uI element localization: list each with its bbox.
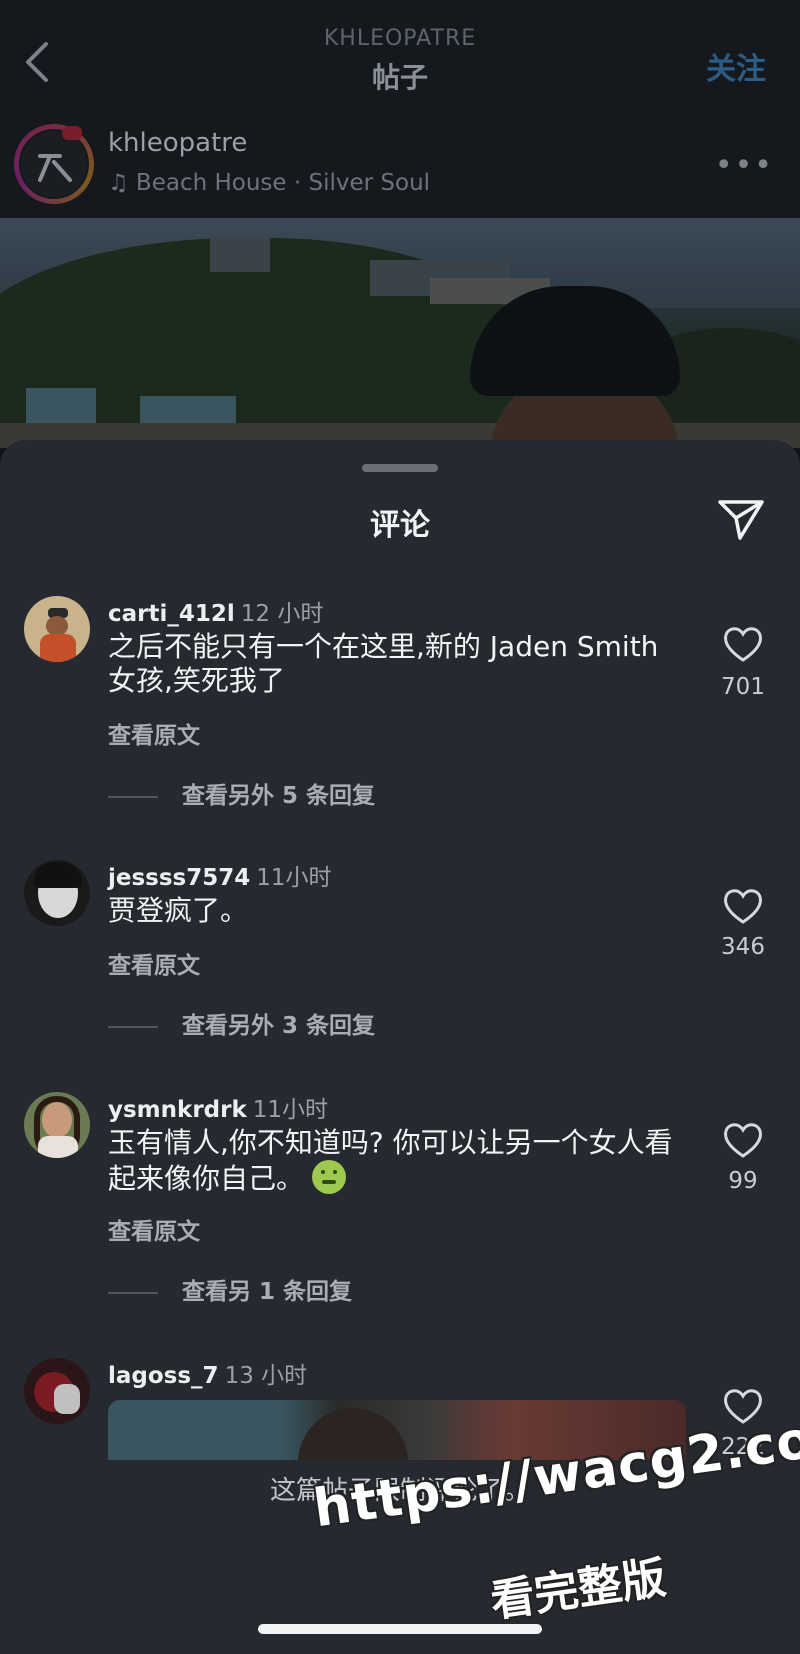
more-options-icon[interactable]: •••	[715, 148, 774, 183]
like-heart-icon[interactable]	[722, 1120, 764, 1160]
comment-username[interactable]: carti_412l	[108, 601, 235, 627]
comment-time: 11小时	[256, 865, 332, 891]
nauseated-face-emoji-icon	[312, 1160, 347, 1194]
comment-text: 之后不能只有一个在这里,新的 Jaden Smith 女孩,笑死我了	[108, 630, 659, 697]
music-track[interactable]: ♫ Beach House · Silver Soul	[108, 170, 430, 196]
follow-button[interactable]: 关注	[706, 44, 766, 88]
view-replies-link[interactable]: 查看另外 5 条回复	[108, 776, 375, 810]
author-avatar[interactable]	[14, 124, 94, 204]
view-replies-link[interactable]: 查看另外 3 条回复	[108, 1006, 375, 1040]
home-indicator[interactable]	[258, 1624, 542, 1634]
commenter-avatar[interactable]	[24, 596, 90, 662]
like-count: 346	[721, 934, 765, 960]
like-count: 701	[721, 674, 765, 700]
account-handle-header: KHLEOPATRE	[323, 26, 477, 51]
commenter-avatar[interactable]	[24, 860, 90, 926]
comment-list: carti_412l 12 小时 之后不能只有一个在这里,新的 Jaden Smi…	[0, 440, 800, 1460]
aphex-logo-icon	[38, 154, 72, 182]
post-photo	[0, 218, 800, 448]
see-original-link[interactable]: 查看原文	[108, 1212, 200, 1246]
comment-username[interactable]: lagoss_7	[108, 1363, 219, 1389]
comment-time: 12 小时	[240, 601, 324, 627]
author-username[interactable]: khleopatre	[108, 128, 247, 158]
comment-time: 11小时	[252, 1097, 329, 1123]
view-replies-link[interactable]: 查看另 1 条回复	[108, 1272, 352, 1306]
commenter-avatar[interactable]	[24, 1358, 90, 1424]
post-header: KHLEOPATRE 帖子 关注	[0, 0, 800, 118]
see-original-link[interactable]: 查看原文	[108, 716, 200, 750]
commenter-avatar[interactable]	[24, 1092, 90, 1158]
post-author-row: khleopatre ♫ Beach House · Silver Soul •…	[0, 118, 800, 218]
like-heart-icon[interactable]	[722, 624, 764, 664]
comment-username[interactable]: ysmnkrdrk	[108, 1097, 247, 1123]
comment-text: 玉有情人,你不知道吗? 你可以让另一个女人看起来像你自己。	[108, 1126, 673, 1195]
comment-time: 13 小时	[224, 1363, 308, 1389]
bow-icon	[62, 126, 82, 140]
like-count: 99	[728, 1168, 758, 1194]
comment-username[interactable]: jessss7574	[108, 865, 250, 891]
page-title: 帖子	[371, 61, 428, 94]
like-heart-icon[interactable]	[722, 886, 764, 926]
comment-text: 贾登疯了。	[108, 894, 249, 927]
see-original-link[interactable]: 查看原文	[108, 946, 200, 980]
